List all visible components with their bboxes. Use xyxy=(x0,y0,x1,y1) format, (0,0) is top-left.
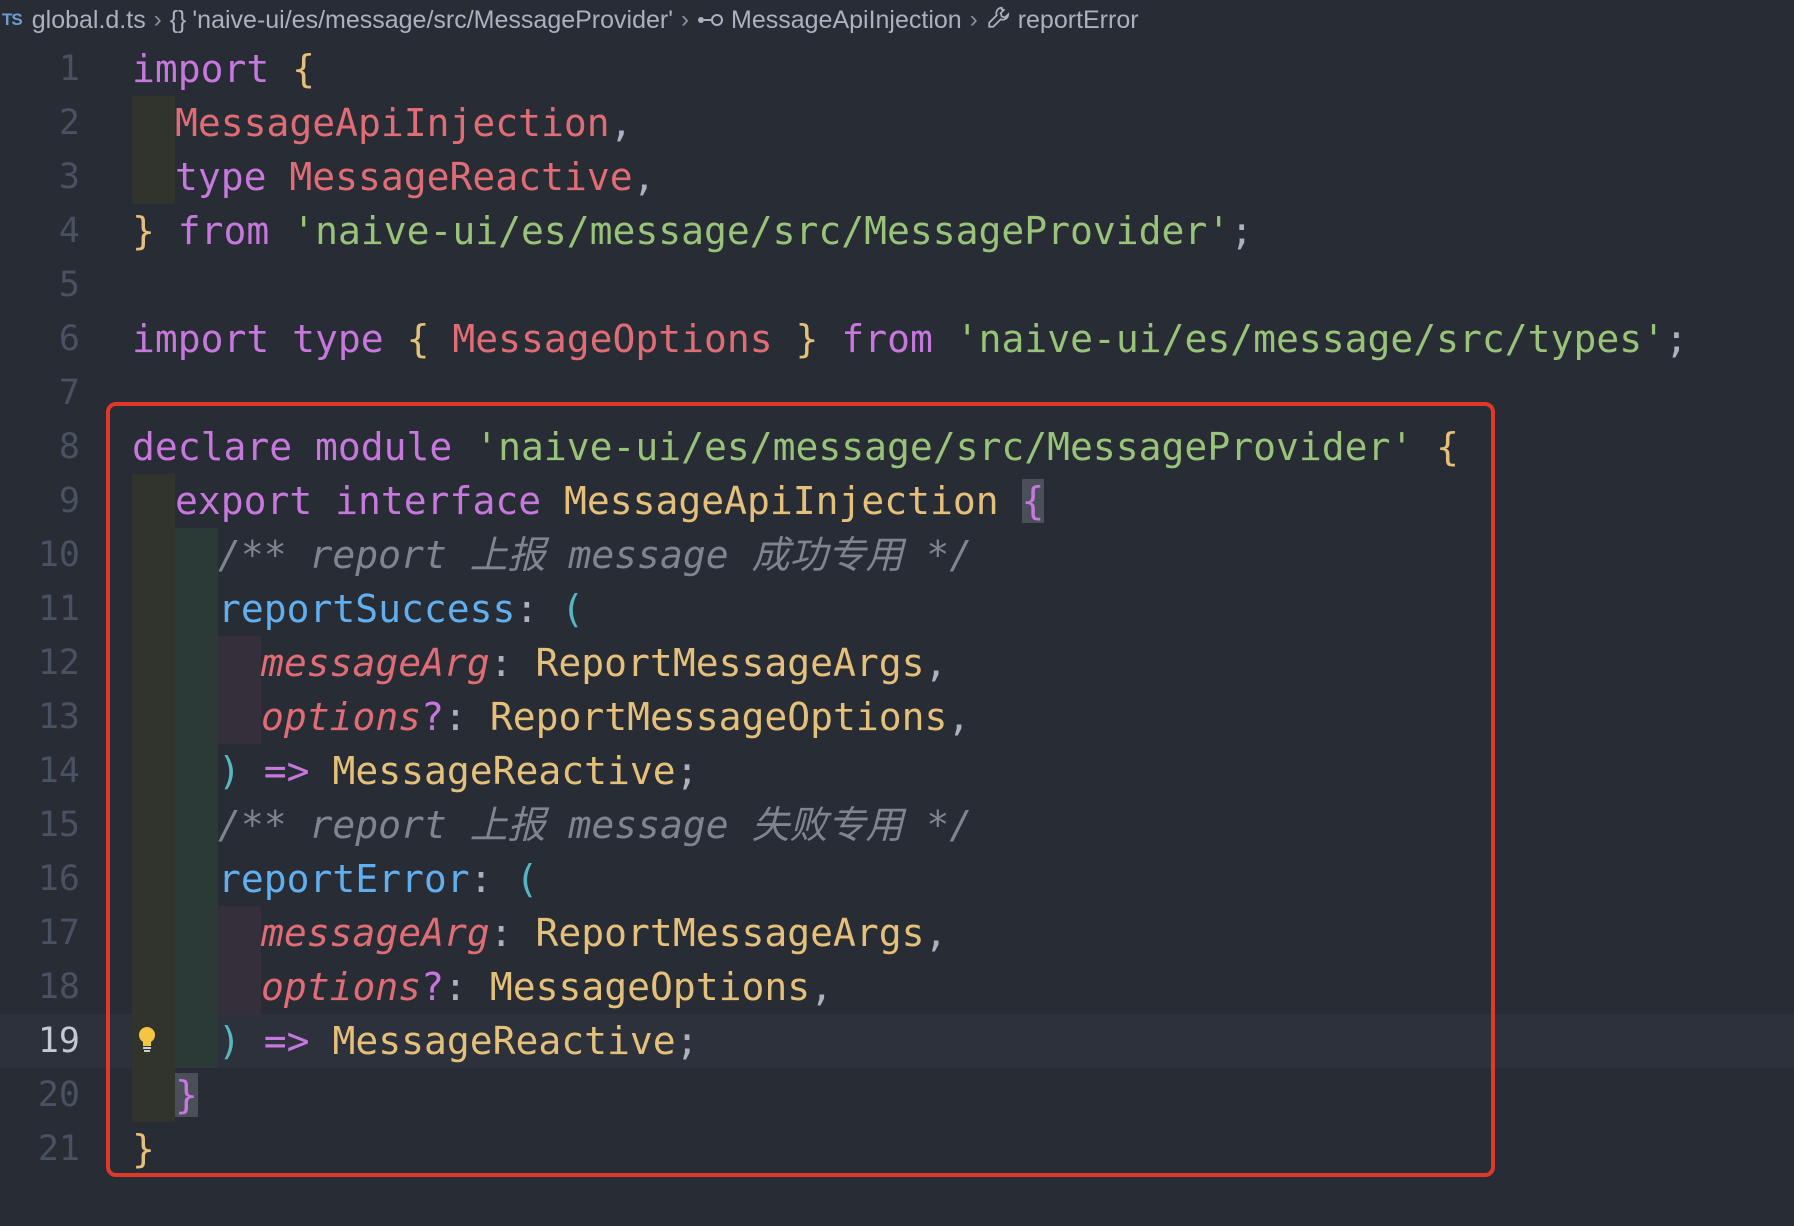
interface-icon xyxy=(697,6,725,35)
code-token: type xyxy=(292,317,384,361)
line-number: 4 xyxy=(58,211,80,251)
code-token: type xyxy=(175,155,267,199)
line-number: 7 xyxy=(58,373,80,413)
line-number: 2 xyxy=(58,103,80,143)
breadcrumb-file[interactable]: global.d.ts xyxy=(32,6,146,35)
code-token: import xyxy=(132,317,270,361)
line-number: 13 xyxy=(37,697,80,737)
code-token: MessageOptions xyxy=(452,317,773,361)
line-number: 10 xyxy=(37,535,80,575)
code-token: } xyxy=(795,317,819,361)
code-text: } from 'naive-ui/es/message/src/MessageP… xyxy=(132,204,1253,258)
breadcrumb-member[interactable]: reportError xyxy=(1018,6,1139,35)
code-line[interactable]: 1 import { xyxy=(0,42,1794,96)
line-number: 9 xyxy=(58,481,80,521)
line-number: 1 xyxy=(58,49,80,89)
code-line[interactable]: 5 xyxy=(0,258,1794,312)
code-line[interactable]: 4} from 'naive-ui/es/message/src/Message… xyxy=(0,204,1794,258)
code-text: MessageApiInjection, xyxy=(175,96,633,150)
breadcrumb: TS global.d.ts › {} 'naive-ui/es/message… xyxy=(0,0,1794,40)
line-number: 18 xyxy=(37,967,80,1007)
line-number: 17 xyxy=(37,913,80,953)
code-token: , xyxy=(632,155,656,199)
code-text: import { xyxy=(132,42,315,96)
line-number: 3 xyxy=(58,157,80,197)
line-number: 12 xyxy=(37,643,80,683)
chevron-right-icon: › xyxy=(681,6,689,33)
code-token: ; xyxy=(1230,209,1254,253)
code-token: 'naive-ui/es/message/src/types' xyxy=(955,317,1665,361)
code-token: from xyxy=(841,317,933,361)
code-token: { xyxy=(406,317,430,361)
line-number: 19 xyxy=(37,1021,80,1061)
line-number: 11 xyxy=(37,589,80,629)
code-token: MessageReactive xyxy=(289,155,633,199)
line-number: 15 xyxy=(37,805,80,845)
indent-guide xyxy=(132,96,175,150)
code-token: { xyxy=(292,47,316,91)
code-token: from xyxy=(177,209,270,253)
line-number: 20 xyxy=(37,1075,80,1115)
code-line[interactable]: 3 type MessageReactive, xyxy=(0,150,1794,204)
code-line[interactable]: 6 import type { MessageOptions } from 'na… xyxy=(0,312,1794,366)
code-token: , xyxy=(609,101,633,145)
indent-guide xyxy=(132,150,175,204)
chevron-right-icon: › xyxy=(969,6,978,33)
line-number: 14 xyxy=(37,751,80,791)
code-token: import xyxy=(132,47,270,91)
code-text: import type { MessageOptions } from 'nai… xyxy=(132,312,1688,366)
breadcrumb-interface[interactable]: MessageApiInjection xyxy=(731,6,962,35)
code-text: type MessageReactive, xyxy=(175,150,655,204)
line-number: 5 xyxy=(58,265,80,305)
wrench-icon xyxy=(986,4,1012,37)
chevron-right-icon: › xyxy=(153,6,162,33)
code-line[interactable]: 2 MessageApiInjection, xyxy=(0,96,1794,150)
code-token: } xyxy=(132,209,155,253)
line-number: 8 xyxy=(58,427,80,467)
typescript-file-icon: TS xyxy=(2,10,23,29)
line-number: 6 xyxy=(58,319,80,359)
code-token: 'naive-ui/es/message/src/MessageProvider… xyxy=(292,209,1231,253)
code-token: ; xyxy=(1664,317,1688,361)
code-token: MessageApiInjection xyxy=(175,101,610,145)
line-number: 21 xyxy=(37,1129,80,1169)
module-braces-icon: {} xyxy=(169,5,187,34)
highlight-box xyxy=(106,402,1495,1177)
line-number: 16 xyxy=(37,859,80,899)
breadcrumb-module[interactable]: 'naive-ui/es/message/src/MessageProvider… xyxy=(192,6,673,35)
